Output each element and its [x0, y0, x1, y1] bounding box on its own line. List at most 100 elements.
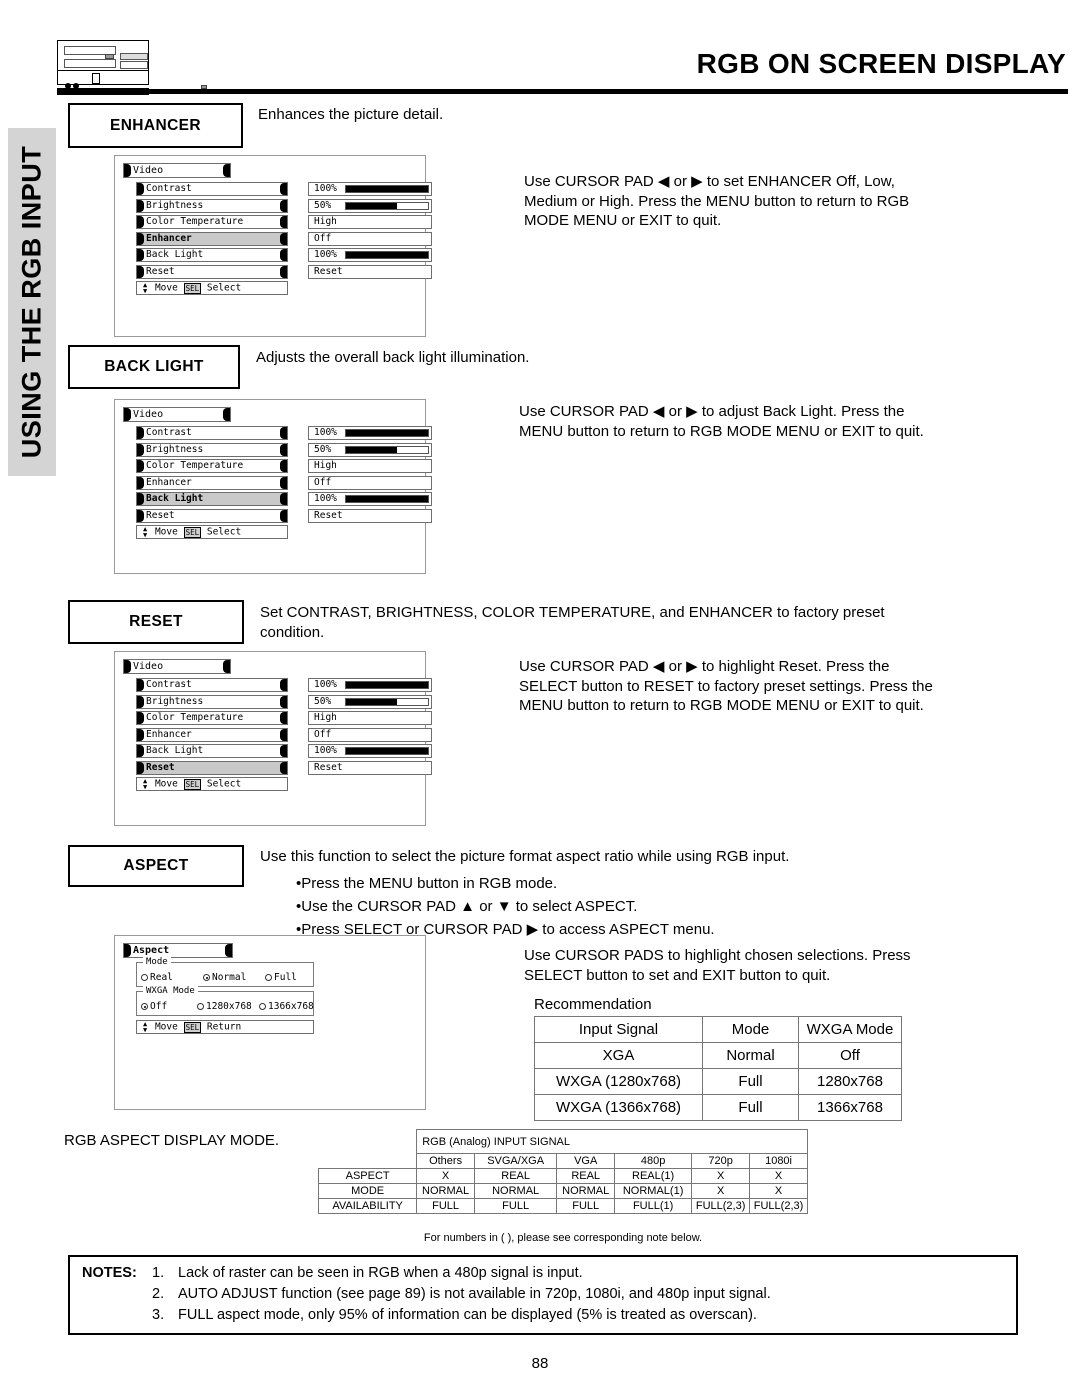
- up-down-arrow-icon: ▲ ▼: [143, 525, 148, 539]
- osd-row-reset-label: Reset: [136, 264, 288, 279]
- osd-row-color-temperature[interactable]: Color Temperature High: [123, 459, 432, 473]
- osd-row-contrast-bar-fill: [346, 186, 428, 192]
- modes-col-480p: 480p: [614, 1153, 693, 1169]
- radio-selected-icon: [141, 1003, 148, 1010]
- osd-video-menu-back-light: Video Contrast 100% Brightness 50% Color…: [123, 407, 432, 539]
- osd-row-contrast-bar: [345, 681, 429, 689]
- page-title: RGB ON SCREEN DISPLAY: [696, 48, 1066, 79]
- osd-row-brightness-bar-fill: [346, 698, 397, 705]
- osd-row-brightness-value: 50%: [308, 198, 432, 213]
- osd-row-contrast-value-text: 100%: [314, 427, 337, 438]
- note-item-1: NOTES: 1. Lack of raster can be seen in …: [82, 1265, 1006, 1281]
- up-down-arrow-icon: ▲ ▼: [143, 777, 148, 791]
- aspect-mode-option-full[interactable]: Full: [265, 972, 297, 983]
- osd-row-reset-value: Reset: [308, 264, 432, 279]
- osd-help-return-text: Return: [206, 1021, 242, 1033]
- osd-row-brightness[interactable]: Brightness 50%: [123, 198, 432, 213]
- aspect-wxga-option-1280[interactable]: 1280x768: [197, 1001, 259, 1012]
- aspect-mode-option-normal-label: Normal: [212, 972, 247, 983]
- osd-row-color-temperature-text: Color Temperature: [146, 712, 244, 723]
- aspect-wxga-option-off[interactable]: Off: [141, 1001, 197, 1012]
- osd-row-back-light-label: Back Light: [136, 248, 288, 262]
- up-down-arrow-icon: ▲ ▼: [143, 1020, 148, 1034]
- osd-row-contrast-value: 100%: [308, 426, 432, 440]
- osd-row-contrast[interactable]: Contrast 100%: [123, 182, 432, 196]
- section-label-reset: RESET: [68, 600, 244, 644]
- back-light-instructions: Use CURSOR PAD ◀ or ▶ to adjust Back Lig…: [519, 403, 924, 440]
- osd-screen-reset: Video Contrast 100% Brightness 50% Color…: [114, 651, 432, 826]
- osd-row-brightness-value: 50%: [308, 694, 432, 709]
- section-label-aspect: ASPECT: [68, 845, 244, 887]
- modes-r0-c2: REAL: [556, 1168, 616, 1184]
- aspect-wxga-option-1280-label: 1280x768: [206, 1001, 252, 1012]
- row-cap-right-icon: [280, 476, 287, 489]
- rec-header-input-signal: Input Signal: [534, 1016, 703, 1043]
- osd-row-back-light-value-text: 100%: [314, 493, 337, 504]
- osd-row-enhancer-label-selected: Enhancer: [136, 231, 288, 246]
- modes-r1-c3: NORMAL(1): [614, 1183, 693, 1199]
- osd-row-reset-label: Reset: [136, 508, 288, 523]
- osd-row-back-light-bar-fill: [346, 496, 428, 502]
- osd-title-cap-left-icon: [124, 944, 131, 957]
- row-cap-left-icon: [137, 249, 144, 261]
- modes-col-others: Others: [416, 1153, 475, 1169]
- rec-r1-c0: WXGA (1280x768): [534, 1068, 703, 1095]
- osd-row-reset[interactable]: Reset Reset: [123, 760, 432, 775]
- aspect-wxga-option-1366[interactable]: 1366x768: [259, 1001, 314, 1012]
- osd-row-brightness-value-text: 50%: [314, 199, 332, 211]
- section-label-enhancer-text: ENHANCER: [109, 116, 202, 134]
- osd-row-color-temperature-value-text: High: [314, 460, 337, 471]
- row-cap-right-icon: [280, 460, 287, 472]
- notes-lead-label: NOTES:: [82, 1265, 137, 1281]
- osd-row-reset-value-text: Reset: [314, 265, 343, 277]
- note-item-2: 2. AUTO ADJUST function (see page 89) is…: [82, 1286, 1006, 1302]
- row-cap-right-icon: [280, 728, 287, 741]
- rec-r0-c1: Normal: [702, 1042, 799, 1069]
- table-row: ASPECT X REAL REAL REAL(1) X X: [317, 1168, 808, 1184]
- osd-row-brightness-bar-fill: [346, 446, 397, 453]
- osd-row-enhancer[interactable]: Enhancer Off: [123, 231, 432, 246]
- osd-row-enhancer-label: Enhancer: [136, 475, 288, 490]
- up-down-arrow-icon: ▲ ▼: [143, 281, 148, 295]
- osd-row-reset[interactable]: Reset Reset: [123, 508, 432, 523]
- recommendation-title: Recommendation: [534, 996, 652, 1013]
- osd-row-brightness[interactable]: Brightness 50%: [123, 694, 432, 709]
- aspect-display-mode-caption: RGB ASPECT DISPLAY MODE.: [64, 1132, 280, 1149]
- osd-row-contrast[interactable]: Contrast 100%: [123, 426, 432, 440]
- osd-row-contrast-label: Contrast: [136, 426, 288, 440]
- aspect-mode-option-normal[interactable]: Normal: [203, 972, 265, 983]
- osd-title-video-text: Video: [133, 409, 164, 420]
- osd-row-brightness-bar: [345, 445, 429, 454]
- osd-row-brightness-text: Brightness: [146, 199, 204, 211]
- osd-title-cap-left-icon: [124, 408, 131, 421]
- osd-help-select-text: Select: [206, 526, 242, 538]
- osd-row-enhancer[interactable]: Enhancer Off: [123, 727, 432, 742]
- osd-row-enhancer[interactable]: Enhancer Off: [123, 475, 432, 490]
- osd-row-color-temperature[interactable]: Color Temperature High: [123, 215, 432, 229]
- osd-title-video: Video: [123, 407, 231, 422]
- osd-row-color-temperature-value-text: High: [314, 712, 337, 723]
- osd-row-contrast-bar-fill: [346, 430, 428, 436]
- osd-row-reset-text: Reset: [146, 509, 175, 521]
- osd-row-contrast-bar: [345, 185, 429, 193]
- osd-title-cap-right-icon: [223, 408, 230, 421]
- aspect-mode-option-real[interactable]: Real: [141, 972, 203, 983]
- osd-row-back-light-value: 100%: [308, 492, 432, 506]
- modes-r0-c0: X: [416, 1168, 475, 1184]
- row-cap-right-icon: [280, 265, 287, 278]
- page-number: 88: [531, 1355, 549, 1372]
- row-cap-left-icon: [137, 712, 144, 724]
- osd-row-back-light[interactable]: Back Light 100%: [123, 248, 432, 262]
- osd-row-color-temperature[interactable]: Color Temperature High: [123, 711, 432, 725]
- cursor-right-arrow-icon: [280, 236, 286, 242]
- osd-row-back-light-text: Back Light: [146, 745, 204, 756]
- osd-row-contrast[interactable]: Contrast 100%: [123, 678, 432, 692]
- osd-row-back-light[interactable]: Back Light 100%: [123, 492, 432, 506]
- osd-row-brightness[interactable]: Brightness 50%: [123, 442, 432, 457]
- osd-row-reset[interactable]: Reset Reset: [123, 264, 432, 279]
- aspect-display-mode-footnote: For numbers in ( ), please see correspon…: [423, 1232, 703, 1244]
- osd-row-back-light[interactable]: Back Light 100%: [123, 744, 432, 758]
- osd-screen-aspect: Aspect Mode Real Normal Full WXGA Mode O…: [114, 935, 426, 1110]
- osd-title-cap-left-icon: [124, 164, 131, 177]
- osd-row-contrast-value-text: 100%: [314, 679, 337, 690]
